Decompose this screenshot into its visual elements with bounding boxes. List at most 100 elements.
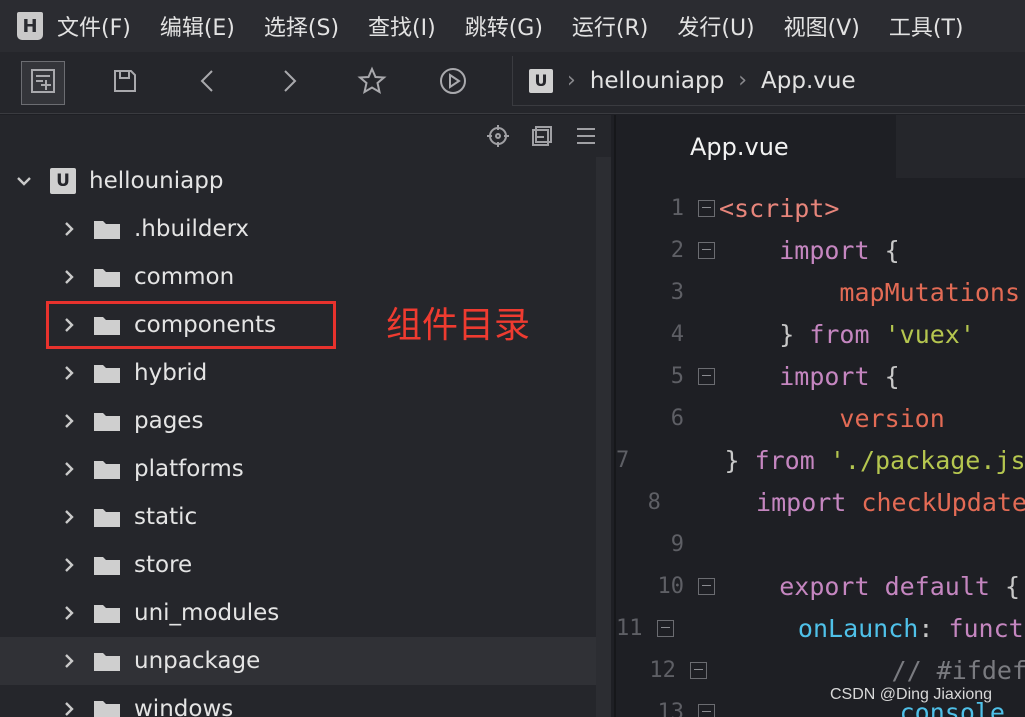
line-number: 11 (616, 615, 643, 641)
tree-item-hbuilderx[interactable]: .hbuilderx (0, 205, 596, 253)
tree-item-unpackage[interactable]: unpackage (0, 637, 596, 685)
code-text: version (719, 404, 944, 433)
code-token: import (779, 361, 870, 391)
code-token: from (809, 319, 870, 349)
code-line: 4 } from 'vuex' (616, 313, 1025, 355)
fold-toggle-icon[interactable] (698, 703, 715, 717)
tree-item-label: platforms (134, 456, 244, 482)
highlight-box (46, 301, 336, 349)
tree-item-static[interactable]: static (0, 493, 596, 541)
folder-icon (93, 266, 121, 288)
fold-toggle-icon[interactable] (698, 199, 715, 217)
menu-item[interactable]: 工具(T) (889, 10, 964, 42)
code-token: 'vuex' (884, 319, 975, 349)
code-token: <script> (719, 193, 840, 223)
code-token: import (756, 487, 847, 517)
fold-toggle-icon[interactable] (698, 241, 715, 259)
chevron-down-icon[interactable] (14, 171, 34, 191)
save-button[interactable] (103, 61, 147, 105)
tree-item-label: .hbuilderx (134, 216, 250, 242)
folder-icon (93, 458, 121, 480)
favorite-button[interactable] (350, 61, 394, 105)
breadcrumb-project[interactable]: hellouniapp (590, 68, 724, 94)
collapse-all-button[interactable] (529, 123, 555, 149)
crosshair-icon (487, 125, 509, 147)
folder-icon (93, 650, 121, 672)
fold-toggle-icon[interactable] (698, 367, 715, 385)
tree-item-platforms[interactable]: platforms (0, 445, 596, 493)
tree-item-label: pages (134, 408, 204, 434)
tree-item-pages[interactable]: pages (0, 397, 596, 445)
menu-item[interactable]: 查找(I) (368, 10, 436, 42)
chevron-right-icon[interactable] (59, 267, 79, 287)
line-number: 7 (616, 447, 630, 473)
locate-file-button[interactable] (485, 123, 511, 149)
menu-item[interactable]: 选择(S) (264, 10, 339, 42)
line-number: 2 (670, 237, 684, 263)
chevron-right-icon[interactable] (59, 651, 79, 671)
chevron-right-icon[interactable] (59, 459, 79, 479)
chevron-right-icon[interactable] (59, 219, 79, 239)
line-number: 8 (647, 489, 661, 515)
code-token: { (869, 235, 900, 265)
tab-app-vue[interactable]: App.vue (616, 115, 896, 178)
chevron-right-icon[interactable] (59, 507, 79, 527)
menu-item[interactable]: 发行(U) (677, 10, 754, 42)
back-button[interactable] (186, 61, 230, 105)
chevron-right-icon (275, 67, 303, 99)
tree-item-hybrid[interactable]: hybrid (0, 349, 596, 397)
explorer-menu-button[interactable] (573, 123, 599, 149)
folder-icon (93, 362, 121, 384)
folder-icon (93, 218, 121, 240)
code-text: } from './package.json' (664, 446, 1025, 475)
chevron-right-icon[interactable] (59, 699, 79, 717)
line-number: 4 (670, 321, 684, 347)
tree-item-uni-modules[interactable]: uni_modules (0, 589, 596, 637)
breadcrumb-file[interactable]: App.vue (761, 68, 856, 94)
tree-item-windows[interactable]: windows (0, 685, 596, 717)
new-file-button[interactable] (21, 61, 65, 105)
menu-item[interactable]: 跳转(G) (465, 10, 543, 42)
project-explorer: Uhellouniapp .hbuilderx common components hy… (0, 115, 611, 717)
menu-item[interactable]: 编辑(E) (160, 10, 235, 42)
chevron-right-icon[interactable] (59, 603, 79, 623)
hamburger-icon (577, 128, 595, 144)
menu-item[interactable]: 视图(V) (784, 10, 860, 42)
annotation-label: 组件目录 (386, 305, 531, 346)
code-token: : (918, 613, 949, 643)
tree-item-common[interactable]: common (0, 253, 596, 301)
run-button[interactable] (431, 61, 475, 105)
chevron-right-icon[interactable] (59, 411, 79, 431)
tree-item-store[interactable]: store (0, 541, 596, 589)
line-number: 9 (670, 531, 684, 557)
code-token: import (779, 235, 870, 265)
tree-root-hellouniapp[interactable]: Uhellouniapp (0, 157, 596, 205)
menu-item[interactable]: 文件(F) (57, 10, 131, 42)
code-token: from (754, 445, 815, 475)
code-token: { (869, 361, 900, 391)
forward-button[interactable] (267, 61, 311, 105)
explorer-scrollbar[interactable] (596, 157, 611, 717)
code-line: 5 import { (616, 355, 1025, 397)
fold-toggle-icon[interactable] (656, 619, 674, 637)
code-text: import { (719, 361, 900, 391)
menu-item[interactable]: 运行(R) (572, 10, 648, 42)
fold-toggle-icon[interactable] (698, 577, 715, 595)
chevron-right-icon[interactable] (59, 363, 79, 383)
line-number: 6 (670, 405, 684, 431)
folder-icon (93, 410, 121, 432)
folder-icon (93, 698, 121, 717)
chevron-right-icon[interactable] (59, 555, 79, 575)
fold-toggle-icon[interactable] (689, 661, 707, 679)
hbuilderx-logo-icon: H (17, 12, 43, 40)
chevron-right-icon: › (738, 68, 748, 93)
code-line: 12 // #ifdef (616, 649, 1025, 691)
